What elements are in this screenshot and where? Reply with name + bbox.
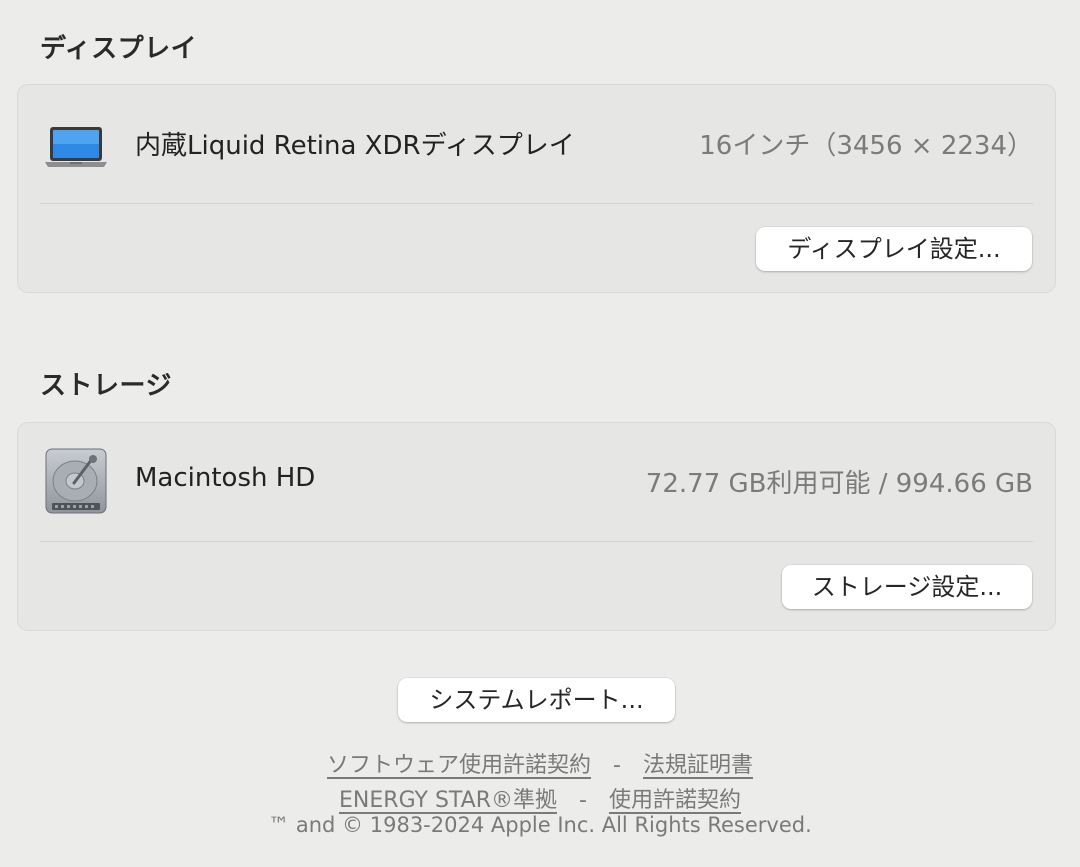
license-agreement-link[interactable]: 使用許諾契約 [609, 788, 741, 813]
storage-settings-button[interactable]: ストレージ設定... [782, 565, 1032, 609]
display-size-resolution: 16インチ（3456 × 2234） [699, 131, 1033, 161]
copyright-text: ™ and © 1983-2024 Apple Inc. All Rights … [268, 813, 812, 837]
storage-row: Macintosh HD 72.77 GB利用可能 / 994.66 GB [18, 423, 1055, 541]
storage-card: Macintosh HD 72.77 GB利用可能 / 994.66 GB スト… [17, 422, 1056, 631]
software-license-link[interactable]: ソフトウェア使用許諾契約 [327, 753, 591, 778]
display-divider [40, 203, 1033, 204]
display-name: 内蔵Liquid Retina XDRディスプレイ [135, 131, 575, 161]
display-section-title: ディスプレイ [40, 34, 198, 64]
regulatory-certification-link[interactable]: 法規証明書 [643, 753, 753, 778]
link-separator: - [613, 753, 621, 778]
display-settings-button[interactable]: ディスプレイ設定... [756, 227, 1032, 271]
laptop-icon [44, 109, 108, 177]
storage-divider [40, 541, 1033, 542]
display-row: 内蔵Liquid Retina XDRディスプレイ 16インチ（3456 × 2… [18, 85, 1055, 203]
hard-drive-icon [44, 447, 108, 515]
energy-star-link[interactable]: ENERGY STAR®準拠 [339, 788, 557, 813]
storage-volume-name: Macintosh HD [135, 463, 316, 493]
system-report-button[interactable]: システムレポート... [398, 678, 675, 722]
display-card: 内蔵Liquid Retina XDRディスプレイ 16インチ（3456 × 2… [17, 84, 1056, 293]
footer-links-row-2: ENERGY STAR®準拠 - 使用許諾契約 [0, 782, 1080, 814]
storage-section-title: ストレージ [40, 371, 172, 401]
footer-links-row-1: ソフトウェア使用許諾契約 - 法規証明書 [0, 747, 1080, 779]
link-separator: - [579, 788, 587, 813]
storage-capacity: 72.77 GB利用可能 / 994.66 GB [645, 469, 1033, 499]
